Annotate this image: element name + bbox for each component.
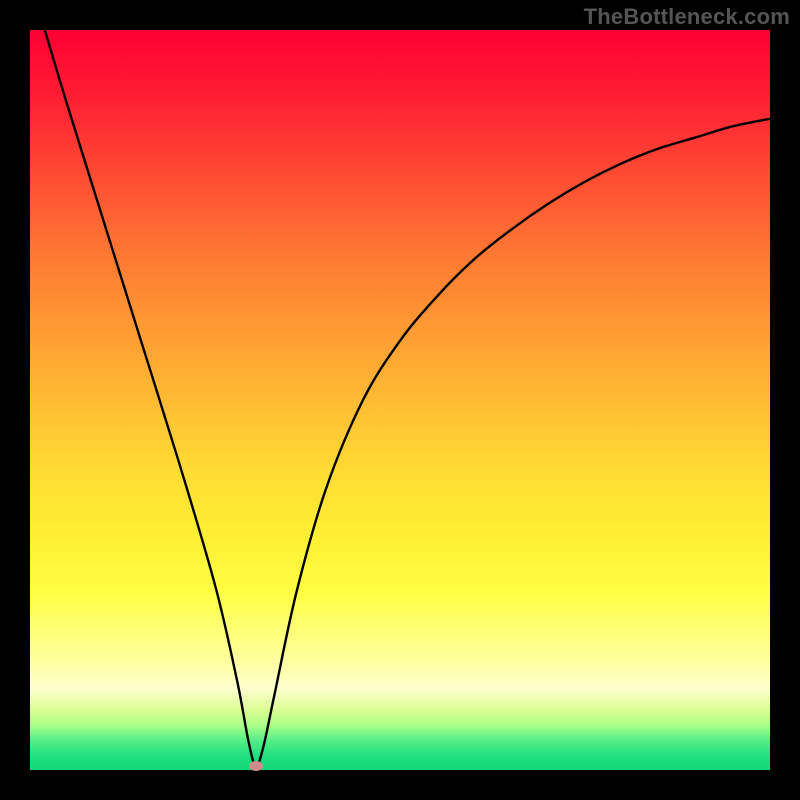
- bottleneck-curve: [30, 30, 770, 770]
- plot-area: [30, 30, 770, 770]
- chart-frame: TheBottleneck.com: [0, 0, 800, 800]
- minimum-marker: [249, 761, 263, 771]
- watermark-text: TheBottleneck.com: [584, 4, 790, 30]
